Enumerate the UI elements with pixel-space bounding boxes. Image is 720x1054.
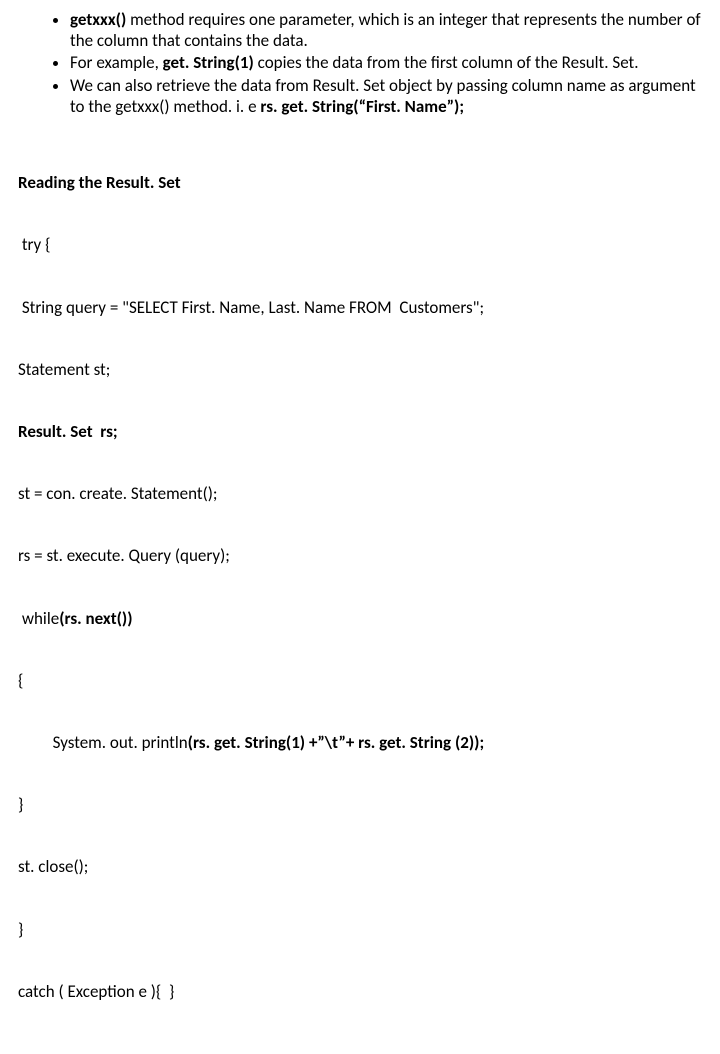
code-line: } <box>18 920 702 941</box>
code-line: String query = "SELECT First. Name, Last… <box>18 298 702 319</box>
code-line: rs = st. execute. Query (query); <box>18 546 702 567</box>
code-line: { <box>18 671 702 692</box>
bold-text: (rs. next()) <box>59 608 132 629</box>
text: st = con. create. Statement(); <box>18 483 217 504</box>
text: catch ( Exception e ){ } <box>18 981 174 1002</box>
text: while <box>18 608 59 629</box>
text: method requires one parameter, which is … <box>70 9 701 51</box>
code-line: System. out. println(rs. get. String(1) … <box>18 733 702 754</box>
bullet-item: getxxx() method requires one parameter, … <box>70 10 702 51</box>
bold-text: Result. Set rs; <box>18 421 118 442</box>
code-line: while(rs. next()) <box>18 609 702 630</box>
text: String query = "SELECT First. Name, Last… <box>18 297 484 318</box>
code-line: catch ( Exception e ){ } <box>18 982 702 1003</box>
text: } <box>18 794 23 815</box>
text: rs = st. execute. Query (query); <box>18 545 230 566</box>
bullet-list: getxxx() method requires one parameter, … <box>18 10 702 118</box>
bullet-item: We can also retrieve the data from Resul… <box>70 76 702 117</box>
bold-text: (rs. get. String(1) +”\t”+ rs. get. Stri… <box>188 732 484 753</box>
bold-text: get. String(1) <box>163 52 254 73</box>
code-line: try { <box>18 235 702 256</box>
bullet-item: For example, get. String(1) copies the d… <box>70 53 702 74</box>
text: System. out. println <box>18 732 188 753</box>
slide: getxxx() method requires one parameter, … <box>0 0 720 1054</box>
code-block: Reading the Result. Set try { String que… <box>18 132 702 1044</box>
text: copies the data from the first column of… <box>254 52 639 73</box>
code-line: } <box>18 795 702 816</box>
bold-text: getxxx() <box>70 9 126 30</box>
text: try { <box>18 234 50 255</box>
text: } <box>18 919 23 940</box>
code-line: Reading the Result. Set <box>18 173 702 194</box>
text: { <box>18 670 23 691</box>
bold-text: Reading the Result. Set <box>18 172 181 193</box>
text: st. close(); <box>18 856 88 877</box>
code-line: st. close(); <box>18 857 702 878</box>
code-line: st = con. create. Statement(); <box>18 484 702 505</box>
bold-text: rs. get. String(“First. Name”); <box>260 96 464 117</box>
text: Statement st; <box>18 359 110 380</box>
text: For example, <box>70 52 163 73</box>
code-line: Statement st; <box>18 360 702 381</box>
code-line: Result. Set rs; <box>18 422 702 443</box>
